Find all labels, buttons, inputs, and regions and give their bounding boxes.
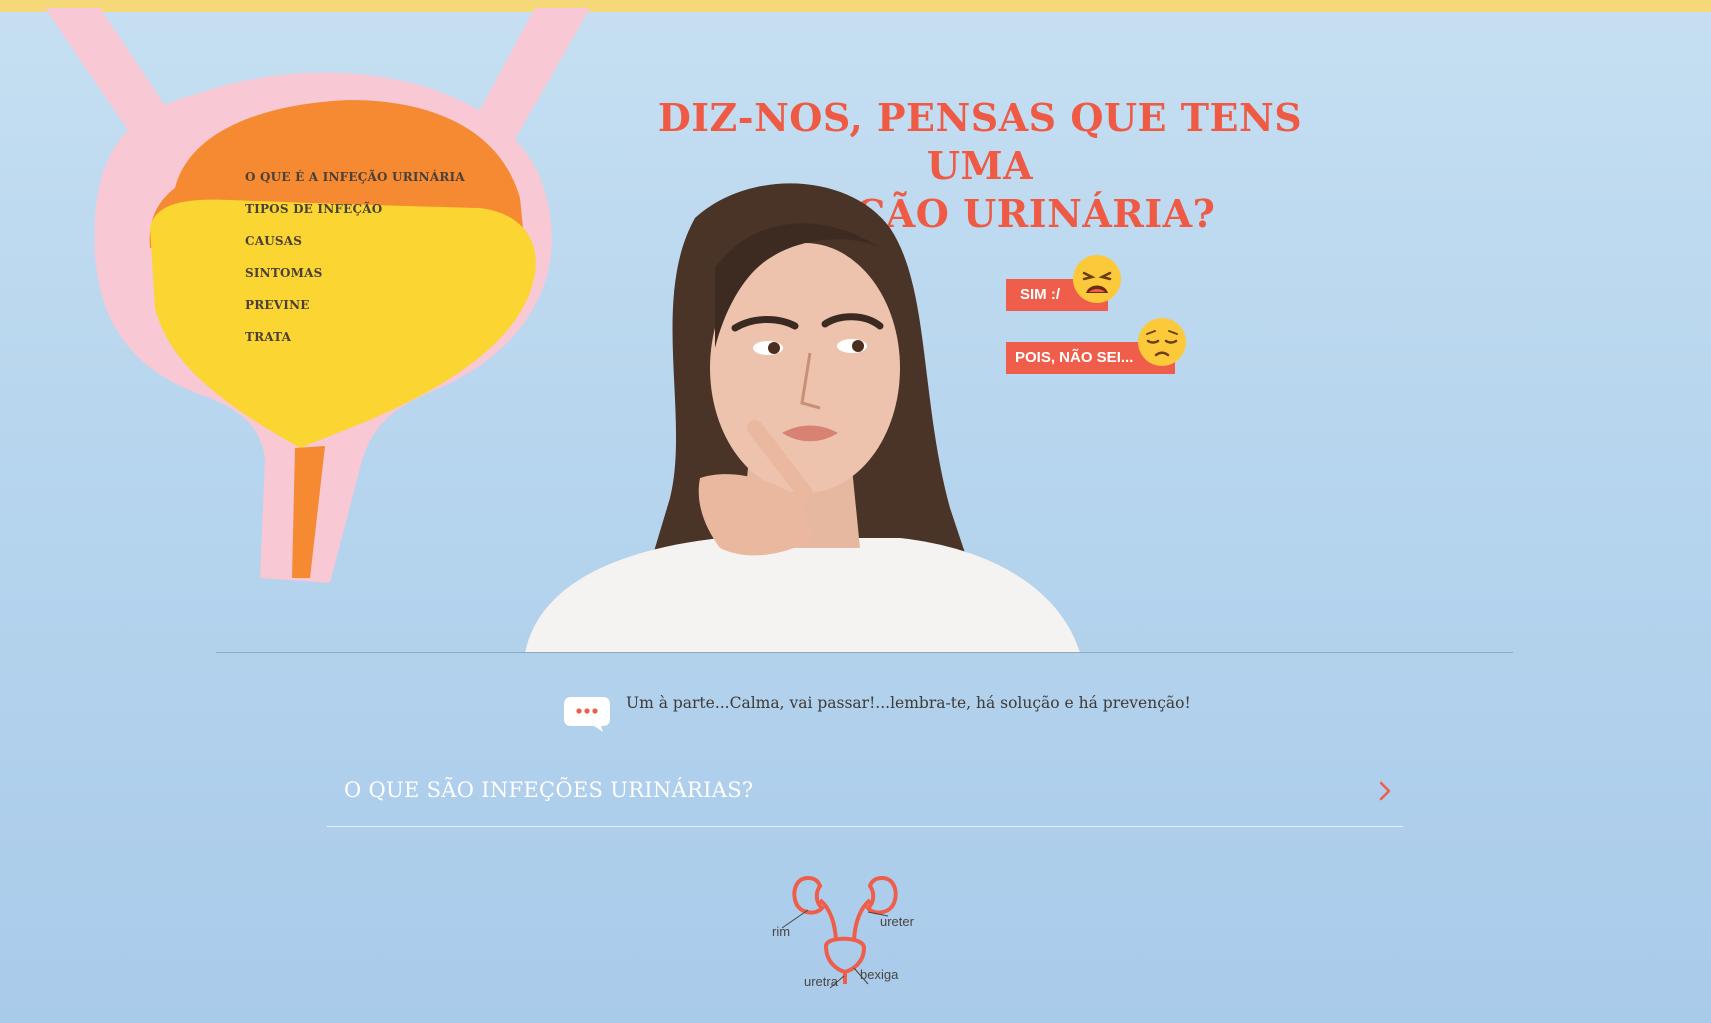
diagram-label-ureter: ureter	[880, 914, 914, 929]
nav-item-sintomas[interactable]: SINTOMAS	[245, 262, 465, 294]
side-nav: O QUE É A INFEÇÃO URINÁRIA TIPOS DE INFE…	[245, 166, 465, 358]
nav-item-previne[interactable]: PREVINE	[245, 294, 465, 326]
nav-item-causas[interactable]: CAUSAS	[245, 230, 465, 262]
pensive-face-icon	[1136, 316, 1188, 368]
woman-photo	[520, 178, 1090, 653]
diagram-label-bexiga: bexiga	[860, 967, 899, 982]
weary-face-icon	[1071, 253, 1123, 305]
nav-item-o-que-e[interactable]: O QUE É A INFEÇÃO URINÁRIA	[245, 166, 465, 198]
accordion-title: O QUE SÃO INFEÇÕES URINÁRIAS?	[344, 778, 754, 802]
speech-bubble-icon	[563, 695, 611, 733]
chevron-right-icon[interactable]	[1375, 778, 1395, 804]
reassurance-note: Um à parte...Calma, vai passar!...lembra…	[626, 694, 1191, 712]
diagram-label-uretra: uretra	[804, 974, 838, 989]
accordion-what-are-uti[interactable]: O QUE SÃO INFEÇÕES URINÁRIAS?	[327, 762, 1403, 827]
nav-item-tipos[interactable]: TIPOS DE INFEÇÃO	[245, 198, 465, 230]
headline-line-1: DIZ-NOS, PENSAS QUE TENS UMA	[657, 95, 1303, 188]
section-divider	[216, 652, 1513, 653]
nav-item-trata[interactable]: TRATA	[245, 326, 465, 358]
diagram-label-rim: rim	[772, 924, 791, 939]
